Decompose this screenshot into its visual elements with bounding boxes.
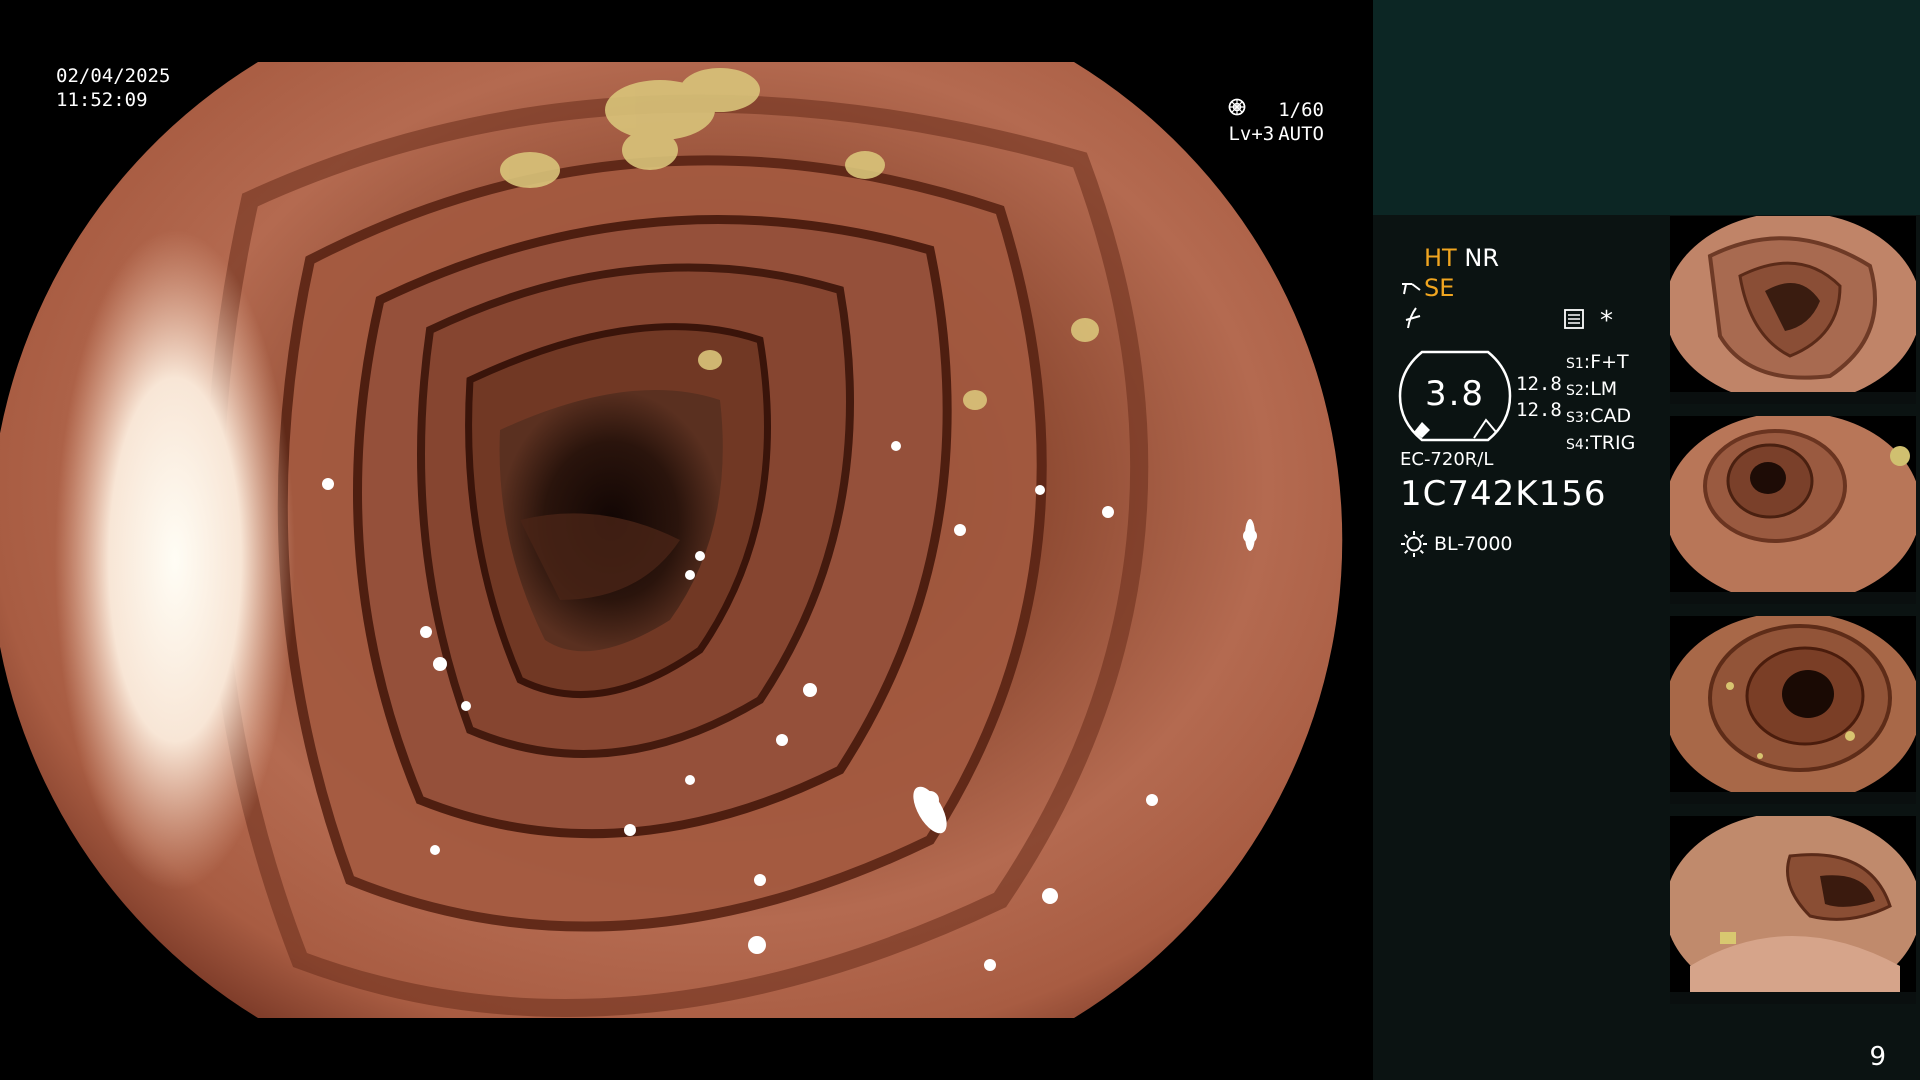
osd-time: 11:52:09 [56,89,148,111]
switch-row-s2: S2:LM [1566,378,1618,400]
switch-value-s1: F+T [1590,351,1629,373]
switch-row-s3: S3:CAD [1566,405,1632,427]
switch-value-s4: TRIG [1590,432,1636,454]
switch-value-s3: CAD [1590,405,1632,427]
side-panel-top [1373,0,1920,215]
mode-nr: NR [1464,244,1499,272]
switch-key-s2: S2 [1566,383,1584,399]
switch-key-s4: S4 [1566,437,1584,453]
osd-mode: AUTO [1278,123,1324,145]
thumbnail-1[interactable] [1670,216,1916,404]
scope-switches: S1:F+T S2:LM S3:CAD S4:TRIG [1566,350,1635,458]
mode-se: SE [1424,274,1455,302]
scope-model: EC-720R/L [1400,449,1494,470]
switch-value-s2: LM [1590,378,1618,400]
colon-lumen-image [0,62,1343,1018]
mode-ht-nr: HT NR [1424,244,1499,272]
light-source: BL-7000 [1400,530,1513,558]
osd-level: Lv+3 [1228,123,1275,145]
mode-se-row: SE [1400,274,1454,302]
enhancement-dial: 3.8 [1398,350,1512,442]
color-tone-icon [1405,307,1421,329]
switch-row-s1: S1:F+T [1566,351,1629,373]
structure-enhance-icon [1402,283,1421,295]
thumbnail-2[interactable] [1670,416,1916,604]
osd-shutter: 1/60 [1278,99,1324,121]
osd-datetime: 02/04/2025 11:52:09 [56,64,170,112]
thumbnail-2-image [1670,416,1916,604]
enhancement-value: 3.8 [1424,374,1486,414]
thumbnail-3-bar [1670,792,1916,804]
mode-ht: HT [1424,244,1457,272]
auto-iris-icon [1229,98,1246,116]
endoscope-main-view: 02/04/2025 11:52:09 1/60 Lv+3 AUTO [0,0,1372,1080]
thumbnail-1-bar [1670,392,1916,404]
thumbnail-4-image [1670,816,1916,1004]
enhancement-value-b: 12.8 [1516,399,1562,421]
light-source-icon [1401,531,1427,557]
thumbnail-4-bar [1670,992,1916,1004]
thumbnail-1-image [1670,216,1916,404]
switch-key-s3: S3 [1566,410,1584,426]
thumbnail-3-image [1670,616,1916,804]
page-number: 9 [1869,1042,1886,1072]
switch-key-s1: S1 [1566,356,1584,372]
osd-exposure: 1/60 Lv+3 AUTO [1228,98,1324,146]
thumbnail-2-bar [1670,592,1916,604]
asterisk-indicator: * [1600,306,1613,336]
record-settings-icon [1564,309,1584,329]
thumbnail-3[interactable] [1670,616,1916,804]
scope-serial: 1C742K156 [1400,474,1607,514]
light-source-model: BL-7000 [1434,533,1513,555]
osd-date: 02/04/2025 [56,65,171,87]
enhancement-values: 12.8 12.8 [1516,371,1562,423]
switch-row-s4: S4:TRIG [1566,432,1636,454]
thumbnail-4[interactable] [1670,816,1916,1004]
enhancement-value-a: 12.8 [1516,373,1562,395]
